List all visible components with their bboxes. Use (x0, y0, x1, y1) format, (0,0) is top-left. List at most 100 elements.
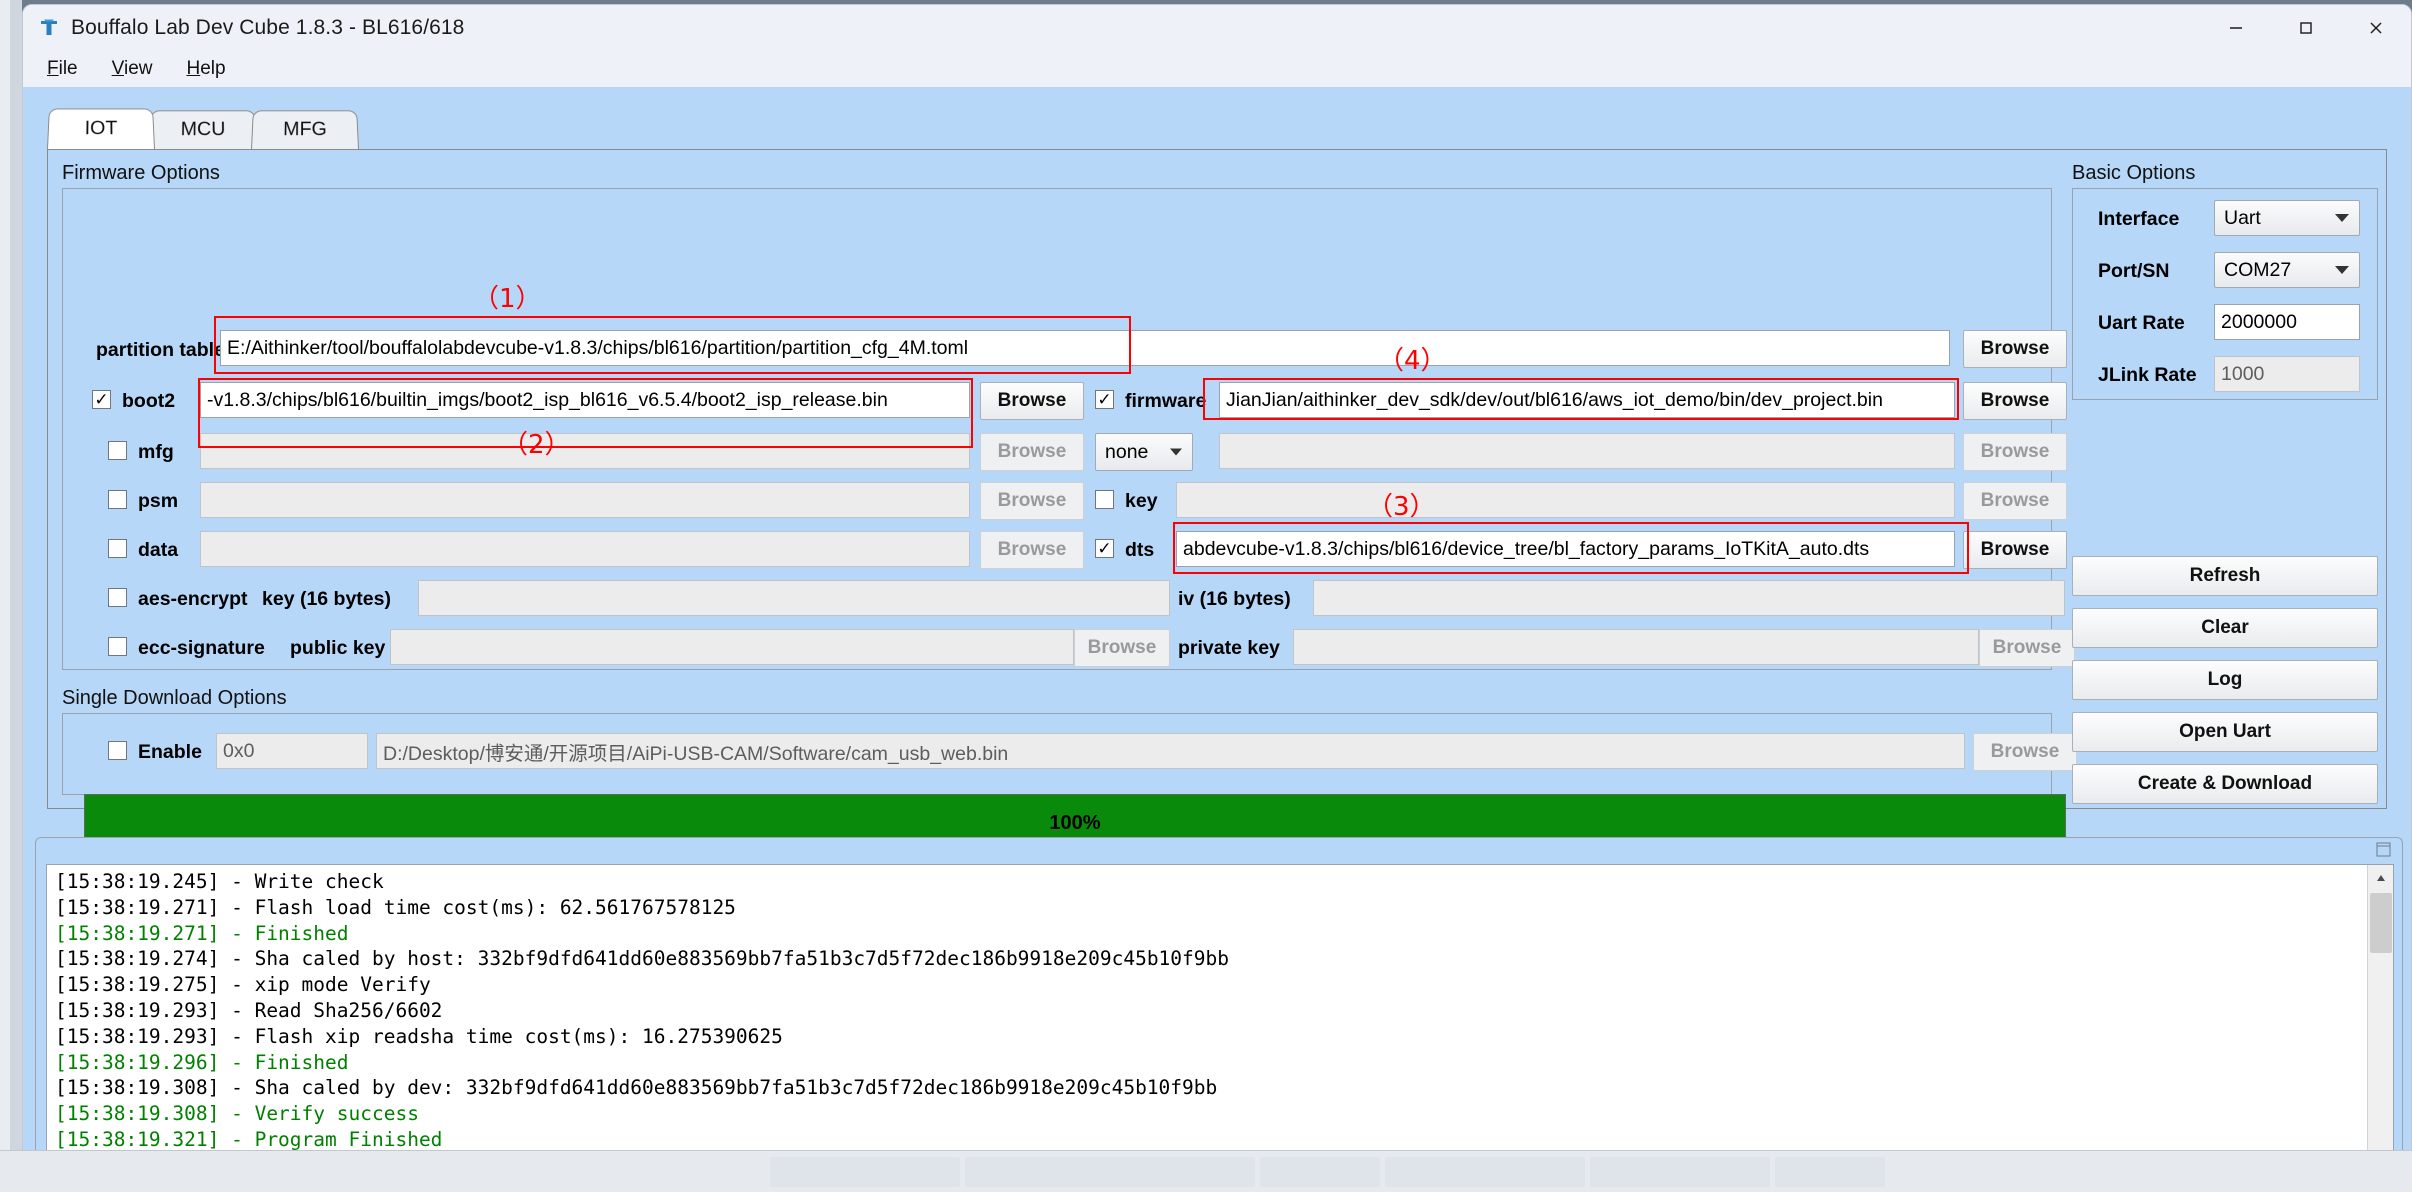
ecc-signature-checkbox[interactable] (108, 637, 127, 656)
log-line: [15:38:19.308] - Sha caled by dev: 332bf… (55, 1076, 1218, 1100)
log-output-box[interactable]: [15:38:19.245] - Write check [15:38:19.27… (46, 864, 2394, 1153)
partition-table-label: partition table (96, 339, 225, 361)
clear-button[interactable]: Clear (2072, 608, 2378, 648)
window-title: Bouffalo Lab Dev Cube 1.8.3 - BL616/618 (71, 16, 465, 39)
aes-key-label: key (16 bytes) (262, 588, 391, 610)
firmware-browse-button[interactable]: Browse (1963, 382, 2067, 420)
key-checkbox[interactable] (1095, 490, 1114, 509)
single-download-options-title: Single Download Options (62, 687, 287, 709)
port-sn-combobox[interactable]: COM27 (2214, 252, 2360, 288)
tab-iot[interactable]: IOT (47, 108, 155, 149)
menu-help[interactable]: Help (182, 56, 229, 82)
taskbar-item-2[interactable] (965, 1157, 1255, 1187)
menu-help-rest: elp (200, 58, 226, 79)
dts-checkbox[interactable]: ✓ (1095, 539, 1114, 558)
jlink-rate-input[interactable]: 1000 (2214, 356, 2360, 392)
interface-combobox[interactable]: Uart (2214, 200, 2360, 236)
app-window: Bouffalo Lab Dev Cube 1.8.3 - BL616/618 … (22, 4, 2412, 1154)
maximize-button[interactable] (2271, 5, 2341, 51)
taskbar-item-4[interactable] (1385, 1157, 1585, 1187)
dts-input[interactable]: abdevcube-v1.8.3/chips/bl616/device_tree… (1176, 531, 1955, 567)
log-line: [15:38:19.271] - Flash load time cost(ms… (55, 895, 736, 919)
boot2-checkbox[interactable]: ✓ (92, 390, 111, 409)
log-line: [15:38:19.321] - Program Finished (55, 1127, 443, 1151)
log-vertical-scrollbar[interactable] (2367, 865, 2393, 1153)
firmware-options-title: Firmware Options (62, 162, 220, 184)
data-input[interactable] (200, 531, 970, 567)
log-button[interactable]: Log (2072, 660, 2378, 700)
single-download-enable-label: Enable (138, 741, 202, 763)
taskbar-item-6[interactable] (1775, 1157, 1885, 1187)
psm-input[interactable] (200, 482, 970, 518)
chevron-down-icon (2335, 214, 2349, 222)
log-line: [15:38:19.245] - Write check (55, 870, 384, 893)
mfg-right-input[interactable] (1219, 433, 1955, 469)
create-download-button[interactable]: Create & Download (2072, 764, 2378, 804)
key-label: key (1125, 490, 1158, 512)
refresh-button[interactable]: Refresh (2072, 556, 2378, 596)
tab-mfg[interactable]: MFG (251, 110, 359, 149)
log-line: [15:38:19.271] - Finished (55, 921, 349, 945)
data-checkbox[interactable] (108, 539, 127, 558)
download-progress-label: 100% (1049, 811, 1101, 834)
single-download-path-input[interactable]: D:/Desktop/博安通/开源项目/AiPi-USB-CAM/Softwar… (376, 733, 1965, 769)
firmware-checkbox[interactable]: ✓ (1095, 390, 1114, 409)
mfg-checkbox[interactable] (108, 441, 127, 460)
scroll-up-arrow-icon[interactable] (2368, 865, 2393, 891)
ecc-signature-label: ecc-signature (138, 637, 265, 659)
title-bar: Bouffalo Lab Dev Cube 1.8.3 - BL616/618 (23, 5, 2411, 51)
aes-key-input[interactable] (418, 580, 1170, 616)
single-download-address-input[interactable]: 0x0 (216, 733, 368, 769)
mfg-browse-button[interactable]: Browse (980, 433, 1084, 471)
ecc-private-key-label: private key (1178, 637, 1280, 659)
ecc-private-key-input[interactable] (1293, 629, 1979, 665)
taskbar-item-5[interactable] (1590, 1157, 1770, 1187)
boot2-browse-button[interactable]: Browse (980, 382, 1084, 420)
key-browse-button[interactable]: Browse (1963, 482, 2067, 520)
firmware-input[interactable]: JianJian/aithinker_dev_sdk/dev/out/bl616… (1219, 382, 1955, 418)
partition-table-browse-button[interactable]: Browse (1963, 330, 2067, 368)
boot2-input[interactable]: -v1.8.3/chips/bl616/builtin_imgs/boot2_i… (200, 382, 970, 418)
uart-rate-label: Uart Rate (2098, 312, 2185, 334)
window-controls (2201, 5, 2411, 51)
menu-file-mnemonic: F (47, 58, 59, 79)
key-input[interactable] (1176, 482, 1955, 518)
log-line: [15:38:19.275] - xip mode Verify (55, 973, 431, 997)
minimize-button[interactable] (2201, 5, 2271, 51)
log-panel: [15:38:19.245] - Write check [15:38:19.27… (35, 837, 2403, 1153)
log-vertical-scroll-thumb[interactable] (2370, 893, 2392, 953)
psm-label: psm (138, 490, 179, 512)
ecc-public-browse-button[interactable]: Browse (1074, 629, 1170, 667)
psm-checkbox[interactable] (108, 490, 127, 509)
ecc-public-key-input[interactable] (390, 629, 1074, 665)
menu-file-rest: ile (58, 58, 78, 79)
tab-mcu[interactable]: MCU (149, 110, 257, 149)
single-download-enable-checkbox[interactable] (108, 741, 127, 760)
tab-mfg-label: MFG (282, 118, 328, 141)
interface-label: Interface (2098, 208, 2180, 230)
mfg-right-browse-button[interactable]: Browse (1963, 433, 2067, 471)
mfg-mode-combobox[interactable]: none (1095, 433, 1193, 471)
menu-view[interactable]: View (108, 56, 157, 82)
ecc-private-browse-button[interactable]: Browse (1979, 629, 2075, 667)
desktop-left-strip-inner (0, 0, 10, 1150)
dts-label: dts (1125, 539, 1155, 561)
menu-file[interactable]: File (43, 56, 82, 82)
open-uart-button[interactable]: Open Uart (2072, 712, 2378, 752)
taskbar-item-1[interactable] (770, 1157, 960, 1187)
psm-browse-button[interactable]: Browse (980, 482, 1084, 520)
taskbar-item-3[interactable] (1260, 1157, 1380, 1187)
uart-rate-input[interactable]: 2000000 (2214, 304, 2360, 340)
desktop-background: Bouffalo Lab Dev Cube 1.8.3 - BL616/618 … (0, 0, 2412, 1192)
dts-browse-button[interactable]: Browse (1963, 531, 2067, 569)
data-browse-button[interactable]: Browse (980, 531, 1084, 569)
close-button[interactable] (2341, 5, 2411, 51)
partition-table-input[interactable]: E:/Aithinker/tool/bouffalolabdevcube-v1.… (220, 330, 1950, 366)
aes-encrypt-checkbox[interactable] (108, 588, 127, 607)
aes-iv-input[interactable] (1313, 580, 2065, 616)
mfg-input[interactable] (200, 433, 970, 469)
firmware-label: firmware (1125, 390, 1207, 412)
single-download-browse-button[interactable]: Browse (1973, 733, 2077, 771)
log-line: [15:38:19.293] - Read Sha256/6602 (55, 998, 443, 1022)
mfg-mode-value: none (1105, 440, 1149, 463)
